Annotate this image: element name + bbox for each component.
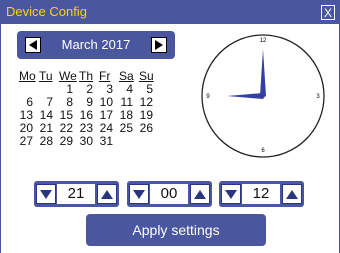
weekday-tu: Tu (39, 69, 53, 83)
analog-clock: 12 3 6 9 (201, 34, 325, 158)
calendar-day[interactable]: 26 (133, 122, 153, 135)
calendar-day[interactable]: 29 (53, 135, 73, 148)
arrow-up-icon (191, 190, 209, 207)
previous-month-button[interactable] (25, 37, 41, 53)
month-label: March 2017 (61, 37, 131, 52)
triangle-left-icon (26, 38, 40, 52)
day-increment-button[interactable] (97, 184, 117, 204)
calendar-day[interactable]: 28 (33, 135, 53, 148)
next-month-button[interactable] (151, 37, 167, 53)
second-value[interactable]: 12 (243, 185, 279, 203)
calendar-day[interactable]: 31 (93, 135, 113, 148)
day-decrement-button[interactable] (36, 184, 56, 204)
close-button[interactable]: X (321, 5, 335, 20)
calendar-day[interactable]: 27 (13, 135, 33, 148)
title-bar: Device Config X (0, 0, 340, 24)
arrow-down-icon (222, 190, 240, 207)
month-navigator: March 2017 (17, 31, 175, 59)
calendar-day[interactable]: 30 (73, 135, 93, 148)
apply-settings-button[interactable]: Apply settings (86, 214, 266, 246)
clock-numeral-12: 12 (260, 38, 267, 44)
day-value[interactable]: 21 (58, 185, 94, 203)
minute-increment-button[interactable] (190, 184, 210, 204)
calendar-day[interactable]: 25 (113, 122, 133, 135)
arrow-up-icon (283, 190, 301, 207)
window-title: Device Config (6, 4, 87, 19)
second-spinner: 12 (219, 181, 304, 207)
device-config-window: Device Config X March 2017 Mo Tu We Th Fr Sa S… (0, 0, 340, 253)
minute-value[interactable]: 00 (151, 185, 187, 203)
arrow-down-icon (37, 190, 55, 207)
minute-decrement-button[interactable] (129, 184, 149, 204)
second-decrement-button[interactable] (221, 184, 241, 204)
weekday-mo: Mo (19, 69, 36, 83)
day-spinner: 21 (34, 181, 119, 207)
second-increment-button[interactable] (282, 184, 302, 204)
arrow-down-icon (130, 190, 148, 207)
frame-left (0, 24, 1, 253)
arrow-up-icon (98, 190, 116, 207)
triangle-right-icon (152, 38, 166, 52)
minute-spinner: 00 (127, 181, 212, 207)
